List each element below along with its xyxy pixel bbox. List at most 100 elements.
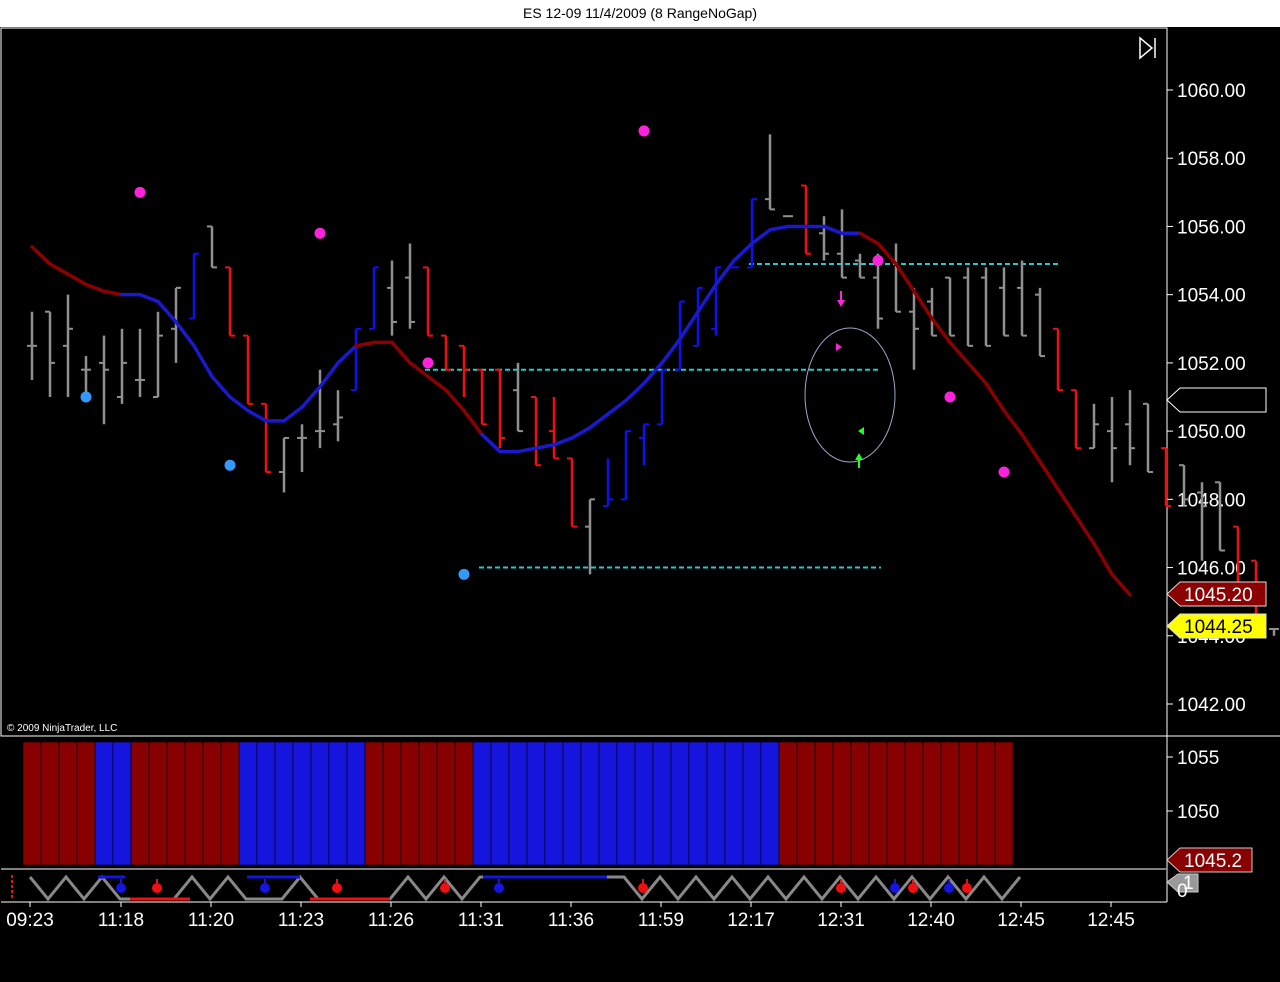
trend-column [850,741,870,866]
swing-low-marker [224,459,236,471]
buy-tick-icon [858,427,864,435]
ma-segment [1038,460,1060,491]
ma-segment [246,408,268,423]
trend-column [994,741,1014,866]
swing-high-marker [422,357,434,369]
trend-column [958,741,978,866]
trend-column [742,741,762,866]
trend-column [526,741,546,866]
ma-segment [102,289,124,297]
oscillator-signal-dot [116,883,126,893]
price-marker-label: 1045.20 [1184,585,1253,606]
trend-y-label: 1050 [1177,802,1219,823]
oscillator-signal-dot [152,883,162,893]
trend-column [382,741,402,866]
x-tick-label: 11:20 [188,910,234,931]
trend-column [40,741,60,866]
ma-segment [894,262,916,294]
ma-segment [444,388,466,413]
oscillator-signal-dot [440,883,450,893]
window-title: ES 12-09 11/4/2009 (8 RangeNoGap) [0,0,1280,27]
oscillator-signal-dot [332,883,342,893]
x-tick-label: 12:40 [907,910,955,931]
ma-segment [912,289,934,321]
trend-column [184,741,204,866]
ma-segment [1002,408,1024,437]
chart-area[interactable]: 1042.001044.001046.001048.001050.001052.… [0,27,1280,982]
ma-segment [1020,432,1042,464]
oscillator-panel: 10 [11,873,1199,902]
ma-segment [192,344,214,379]
oscillator-signal-dot [260,883,270,893]
oscillator-signal-dot [836,883,846,893]
trend-column [922,741,942,866]
y-tick-label: 1058.00 [1177,149,1246,170]
trend-column [472,741,492,866]
trend-column [328,741,348,866]
ma-segment [822,224,844,236]
swing-high-marker [134,186,146,198]
trend-column [454,741,474,866]
ma-segment [624,381,646,403]
trend-column [598,741,618,866]
buy-arrow-icon [855,453,863,468]
trend-column [814,741,834,866]
trend-column [688,741,708,866]
y-tick-label: 1052.00 [1177,354,1246,375]
x-tick-label: 12:31 [817,910,865,931]
ma-segment [1056,487,1078,519]
trend-column [508,741,528,866]
x-tick-label: 12:17 [727,910,775,931]
trend-y-label: 1055 [1177,748,1219,769]
trend-column [832,741,852,866]
x-tick-label: 12:45 [1087,910,1135,931]
trend-column [418,741,438,866]
swing-high-marker [638,125,650,137]
x-tick-label: 11:26 [368,910,414,931]
trend-column [778,741,798,866]
x-tick-label: 11:36 [548,910,594,931]
trend-column [760,741,780,866]
price-marker-label: 1044.25 [1184,617,1253,638]
sell-tick-icon [836,343,842,351]
ma-segment [390,340,412,365]
trend-column [796,741,816,866]
ma-segment [966,361,988,386]
trend-column [310,741,330,866]
y-tick-label: 1046.00 [1177,559,1246,580]
trend-column [724,741,744,866]
ma-segment [174,320,196,348]
ma-segment [426,374,448,392]
swing-low-marker [458,568,470,580]
ma-segment [984,381,1006,413]
y-tick-label: 1050.00 [1177,422,1246,443]
time-axis: 09:23 11:18 11:20 11:23 11:26 11:31 11:36 11:59… [6,902,1135,931]
trend-column [868,741,888,866]
crosshair-price-marker [1166,387,1267,413]
price-bars [27,134,1279,636]
ma-segment [732,241,754,263]
ma-segment [462,408,484,437]
trend-column [292,741,312,866]
oscillator-signal-dot [890,883,900,893]
ma-segment [606,398,628,416]
ma-segment [768,224,790,232]
ma-segment [516,446,538,454]
ma-segment [930,316,952,345]
trend-column [904,741,924,866]
ma-segment [534,443,556,450]
trend-column [490,741,510,866]
ma-segment [678,309,700,341]
y-tick-label: 1042.00 [1177,695,1246,716]
trend-column [706,741,726,866]
x-tick-label: 12:45 [997,910,1045,931]
trend-column [58,741,78,866]
ma-segment [138,292,160,304]
trend-column [634,741,654,866]
scroll-to-end-icon[interactable] [1139,36,1156,60]
x-tick-label: 11:18 [98,910,144,931]
ma-segment [30,245,52,266]
level-lines [425,262,1061,569]
trend-column [274,741,294,866]
x-tick-label: 11:59 [638,910,684,931]
